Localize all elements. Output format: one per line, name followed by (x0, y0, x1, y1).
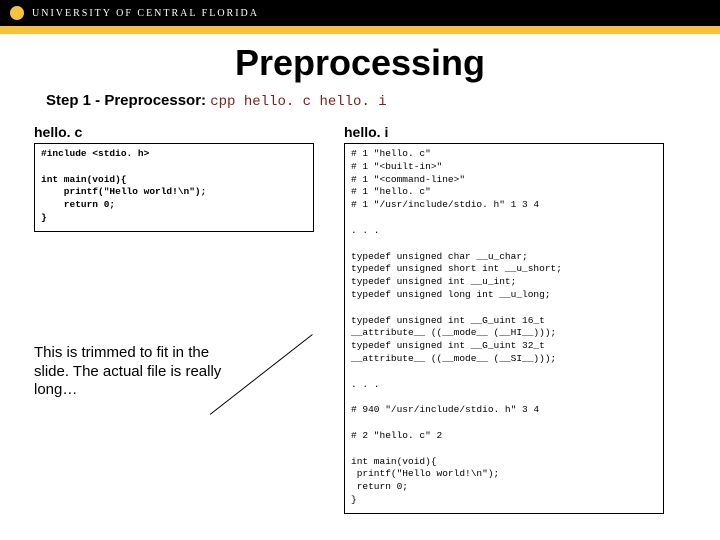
printf-line: printf("Hello world!\n"); (41, 186, 206, 197)
include-line: #include <stdio. h> (41, 148, 149, 159)
main-decl: int main(void){ (41, 174, 127, 185)
pp-line: # 2 "hello. c" 2 (351, 430, 442, 441)
close-brace: } (41, 212, 47, 223)
return-line: return 0; (351, 481, 408, 492)
typedef-line: typedef unsigned int __G_uint 16_t (351, 315, 545, 326)
hello-i-code: # 1 "hello. c" # 1 "<built-in>" # 1 "<co… (344, 143, 664, 514)
gold-divider (0, 26, 720, 34)
pp-line: # 1 "/usr/include/stdio. h" 1 3 4 (351, 199, 539, 210)
right-column: hello. i # 1 "hello. c" # 1 "<built-in>"… (344, 124, 664, 514)
header-bar: UNIVERSITY OF CENTRAL FLORIDA (0, 0, 720, 26)
page-title: Preprocessing (34, 42, 686, 84)
typedef-line: typedef unsigned char __u_char; (351, 251, 528, 262)
attr-line: __attribute__ ((__mode__ (__HI__))); (351, 327, 556, 338)
left-filename: hello. c (34, 124, 314, 140)
ellipsis: . . . (351, 379, 380, 390)
pp-line: # 1 "hello. c" (351, 148, 431, 159)
step-label: Step 1 - Preprocessor: (46, 92, 206, 109)
left-column: hello. c #include <stdio. h> int main(vo… (34, 124, 314, 400)
pp-line: # 940 "/usr/include/stdio. h" 3 4 (351, 404, 539, 415)
trim-note: This is trimmed to fit in the slide. The… (34, 344, 234, 400)
close-brace: } (351, 494, 357, 505)
return-line: return 0; (41, 199, 115, 210)
slide-body: Preprocessing Step 1 - Preprocessor: cpp… (0, 34, 720, 514)
university-name: UNIVERSITY OF CENTRAL FLORIDA (32, 8, 259, 19)
pp-line: # 1 "<built-in>" (351, 161, 442, 172)
ellipsis: . . . (351, 225, 380, 236)
step-command: cpp hello. c hello. i (210, 94, 386, 110)
typedef-line: typedef unsigned short int __u_short; (351, 263, 562, 274)
main-decl: int main(void){ (351, 456, 437, 467)
two-column-layout: hello. c #include <stdio. h> int main(vo… (34, 124, 686, 514)
hello-c-code: #include <stdio. h> int main(void){ prin… (34, 143, 314, 232)
typedef-line: typedef unsigned int __G_uint 32_t (351, 340, 545, 351)
typedef-line: typedef unsigned int __u_int; (351, 276, 516, 287)
pp-line: # 1 "<command-line>" (351, 174, 465, 185)
step-line: Step 1 - Preprocessor: cpp hello. c hell… (46, 92, 686, 110)
printf-line: printf("Hello world!\n"); (351, 468, 499, 479)
attr-line: __attribute__ ((__mode__ (__SI__))); (351, 353, 556, 364)
typedef-line: typedef unsigned long int __u_long; (351, 289, 551, 300)
pp-line: # 1 "hello. c" (351, 186, 431, 197)
right-filename: hello. i (344, 124, 664, 140)
ucf-pegasus-icon (10, 6, 24, 20)
